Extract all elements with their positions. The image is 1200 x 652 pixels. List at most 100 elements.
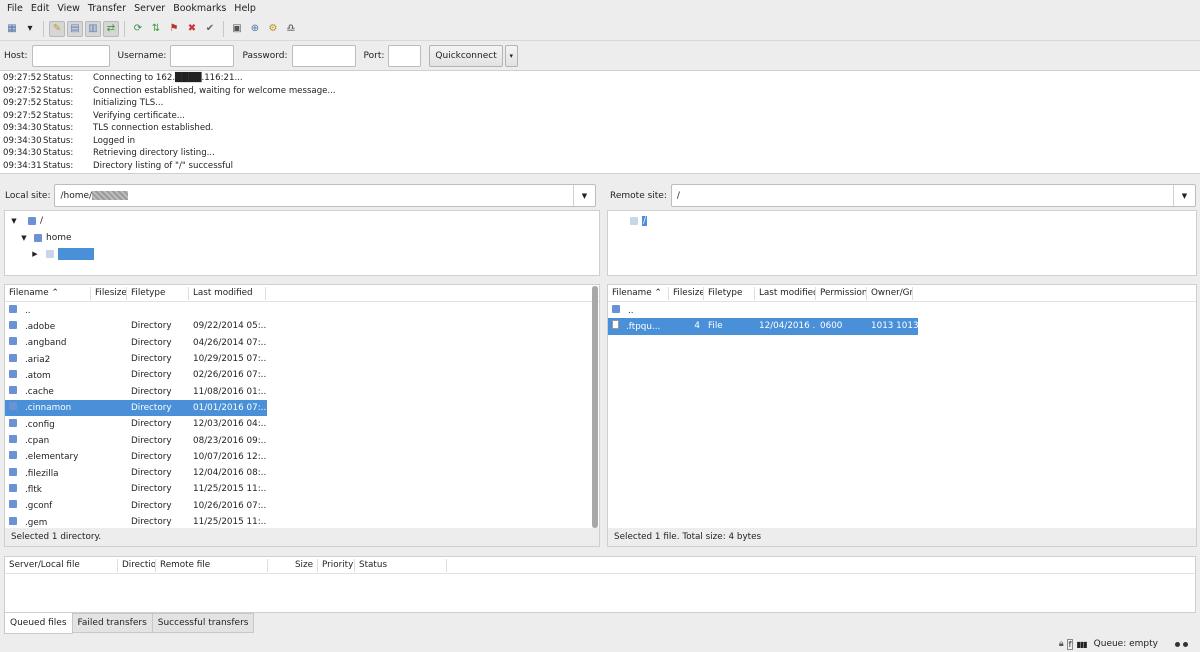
list-item-file[interactable]: .ftpqu... 4 File 12/04/2016 ... 0600 101… (608, 318, 918, 335)
host-input[interactable] (31, 44, 110, 67)
folder-icon (9, 320, 17, 329)
column-filename[interactable]: Filename ⌃ (5, 286, 91, 300)
list-item-directory[interactable]: .elementary Directory 10/07/2016 12:... (5, 449, 599, 465)
column-permissions[interactable]: Permissions (816, 286, 867, 300)
toggle-transfer-queue-icon[interactable]: ⇄ (103, 20, 119, 37)
scrollbar-thumb[interactable] (592, 286, 598, 528)
tab-failed-transfers[interactable]: Failed transfers (71, 613, 153, 633)
tree-node-root[interactable]: ▼ / (8, 213, 43, 229)
remote-file-list[interactable]: Filename ⌃ Filesize Filetype Last modifi… (607, 284, 1197, 547)
synchronized-browsing-icon[interactable]: ⚙ (265, 21, 281, 37)
list-item-directory[interactable]: .cinnamon Directory 01/01/2016 07:... (5, 399, 267, 417)
local-path-combo[interactable]: /home/ ▼ (54, 184, 596, 207)
list-item-parent[interactable]: .. (608, 302, 1196, 318)
menu-help[interactable]: Help (230, 3, 260, 14)
tree-node-user[interactable]: ▶ (29, 246, 94, 262)
username-label: Username: (117, 50, 167, 61)
menu-transfer[interactable]: Transfer (84, 3, 130, 14)
column-last-modified[interactable]: Last modified (755, 286, 816, 300)
tree-node-home[interactable]: ▼ home (18, 230, 71, 246)
log-line: 09:34:31 Status: Directory listing of "/" … (3, 160, 234, 171)
menu-edit[interactable]: Edit (27, 3, 53, 14)
list-item-directory[interactable]: .atom Directory 02/26/2016 07:... (5, 367, 599, 383)
folder-icon (630, 217, 638, 225)
column-filesize[interactable]: Filesize (669, 286, 704, 300)
site-manager-dropdown-icon[interactable]: ▾ (22, 21, 38, 37)
local-site-bar: Local site: /home/ ▼ (0, 182, 600, 209)
collapse-arrow-icon[interactable]: ▼ (8, 217, 20, 225)
directory-listing-filters-icon[interactable]: ▣ (229, 21, 245, 37)
compare-directories-icon[interactable]: ⊕ (247, 21, 263, 37)
toolbar-separator (43, 20, 44, 37)
redacted-block (58, 248, 94, 260)
quickconnect-bar: Host: Username: Password: Port: Quickcon… (0, 42, 1200, 69)
menu-view[interactable]: View (53, 3, 84, 14)
list-item-directory[interactable]: .cpan Directory 08/23/2016 09:... (5, 432, 599, 448)
site-manager-icon[interactable]: ▦ (4, 21, 20, 37)
local-file-list[interactable]: Filename ⌃ Filesize Filetype Last modifi… (4, 284, 600, 547)
transfer-queue[interactable]: Server/Local file Directio Remote file S… (4, 556, 1196, 613)
column-status[interactable]: Status (355, 558, 447, 572)
list-item-directory[interactable]: .filezilla Directory 12/04/2016 08:... (5, 465, 599, 481)
disconnect-icon[interactable]: ✖ (184, 21, 200, 37)
expand-arrow-icon[interactable]: ▶ (29, 250, 41, 258)
column-filetype[interactable]: Filetype (127, 286, 189, 300)
list-item-directory[interactable]: .adobe Directory 09/22/2014 05:... (5, 318, 599, 334)
list-item-directory[interactable]: .angband Directory 04/26/2014 07:... (5, 335, 599, 351)
local-path-dropdown-icon[interactable]: ▼ (573, 185, 595, 206)
list-item-directory[interactable]: .config Directory 12/03/2016 04:... (5, 416, 599, 432)
log-line: 09:34:30 Status: Retrieving directory list… (3, 148, 215, 159)
port-input[interactable] (388, 44, 422, 67)
column-remote-file[interactable]: Remote file (156, 558, 268, 572)
tab-successful-transfers[interactable]: Successful transfers (151, 613, 255, 633)
tree-node-remote-root[interactable]: / (630, 213, 648, 229)
username-input[interactable] (170, 44, 235, 67)
toggle-remote-tree-icon[interactable]: ▥ (85, 20, 101, 37)
local-list-header: Filename ⌃ Filesize Filetype Last modifi… (5, 285, 599, 302)
folder-icon (9, 418, 17, 427)
refresh-icon[interactable]: ⟳ (130, 21, 146, 37)
log-line: 09:34:30 Status: Logged in (3, 135, 136, 146)
toggle-local-tree-icon[interactable]: ▤ (67, 20, 83, 37)
list-item-directory[interactable]: .aria2 Directory 10/29/2015 07:... (5, 351, 599, 367)
quickconnect-dropdown-icon[interactable]: ▾ (504, 44, 518, 67)
remote-directory-tree[interactable]: / (607, 210, 1197, 276)
folder-icon (34, 234, 42, 242)
list-item-directory[interactable]: .fltk Directory 11/25/2015 11:... (5, 481, 599, 497)
file-icon (612, 320, 619, 330)
column-size[interactable]: Size (268, 558, 318, 572)
column-filename[interactable]: Filename ⌃ (608, 286, 669, 300)
search-remote-files-icon[interactable]: ♎ (283, 21, 299, 37)
column-filesize[interactable]: Filesize (91, 286, 127, 300)
queue-header: Server/Local file Directio Remote file S… (5, 557, 1195, 574)
process-queue-icon[interactable]: ⇅ (148, 21, 164, 37)
list-item-directory[interactable]: .gconf Directory 10/26/2016 07:... (5, 498, 599, 514)
remote-path-dropdown-icon[interactable]: ▼ (1173, 185, 1195, 206)
column-filetype[interactable]: Filetype (704, 286, 755, 300)
tab-queued-files[interactable]: Queued files (4, 613, 73, 634)
cancel-operation-icon[interactable]: ⚑ (166, 21, 182, 37)
list-item-parent[interactable]: .. (5, 302, 599, 318)
toolbar-separator (223, 20, 224, 37)
password-input[interactable] (291, 44, 356, 67)
local-list-scrollbar[interactable] (592, 286, 598, 530)
folder-icon (9, 304, 17, 313)
reconnect-icon[interactable]: ✔ (202, 21, 218, 37)
list-item-directory[interactable]: .cache Directory 11/08/2016 01:... (5, 383, 599, 399)
quickconnect-button[interactable]: Quickconnect (429, 44, 503, 67)
menu-file[interactable]: File (3, 3, 27, 14)
local-directory-tree[interactable]: ▼ / ▼ home ▶ (4, 210, 600, 276)
column-server-local-file[interactable]: Server/Local file (5, 558, 118, 572)
column-direction[interactable]: Directio (118, 558, 156, 572)
column-priority[interactable]: Priority (318, 558, 355, 572)
menu-server[interactable]: Server (130, 3, 169, 14)
message-log[interactable]: 09:27:52 Status: Connecting to 162.████.11… (0, 70, 1200, 174)
toggle-message-log-icon[interactable]: ✎ (49, 20, 65, 37)
column-owner-group[interactable]: Owner/Grou (867, 286, 913, 300)
menu-bookmarks[interactable]: Bookmarks (169, 3, 230, 14)
folder-icon (9, 386, 17, 395)
column-last-modified[interactable]: Last modified (189, 286, 266, 300)
folder-icon (9, 500, 17, 509)
collapse-arrow-icon[interactable]: ▼ (18, 234, 30, 242)
remote-path-combo[interactable]: / ▼ (670, 184, 1196, 207)
